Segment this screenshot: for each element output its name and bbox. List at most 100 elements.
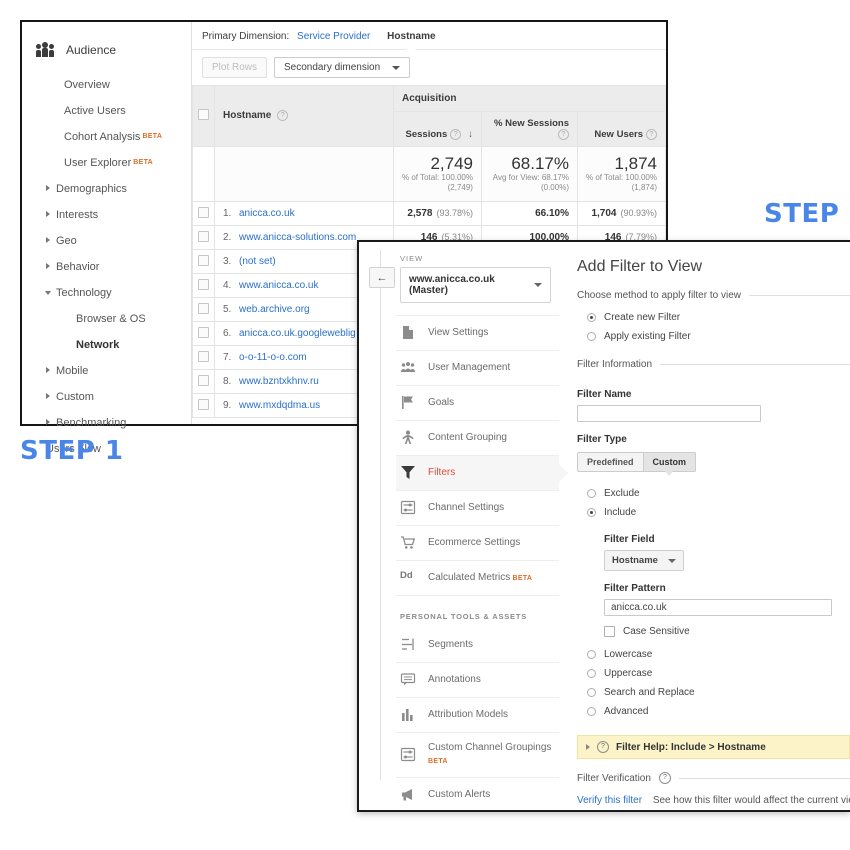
sidebar-item-demographics[interactable]: Demographics [22,176,191,202]
admin-nav-item-custom-channel-groupings[interactable]: Custom Channel Groupings BETA [396,733,559,778]
row-hostname-link[interactable]: o-o-11-o-o.com [239,352,307,363]
sidebar-item-cohort-analysis[interactable]: Cohort Analysis BETA [22,124,191,150]
case-sensitive-checkbox[interactable] [604,626,615,637]
admin-nav-item-filters[interactable]: Filters [396,456,568,491]
row-checkbox-cell[interactable] [192,201,215,227]
row-checkbox-cell[interactable] [192,369,215,395]
row-checkbox[interactable] [198,326,209,338]
help-icon[interactable]: ? [450,129,462,140]
radio-include[interactable] [587,508,596,517]
primary-dimension-service-provider-link[interactable]: Service Provider [297,31,370,42]
row-hostname-link[interactable]: www.mxdqdma.us [239,400,320,411]
filter-name-input[interactable] [577,405,761,422]
sidebar-item-user-explorer[interactable]: User Explorer BETA [22,150,191,176]
sidebar-item-browser-os[interactable]: Browser & OS [22,306,191,332]
radio-exclude[interactable] [587,489,596,498]
back-button[interactable]: ← [369,267,395,288]
method-option-create-new-filter[interactable]: Create new Filter [577,308,850,327]
custom-option-search-and-replace[interactable]: Search and Replace [577,683,850,702]
select-all-checkbox[interactable] [198,109,209,120]
row-hostname-link[interactable]: web.archive.org [239,304,310,315]
sidebar-item-behavior[interactable]: Behavior [22,254,191,280]
row-checkbox-cell[interactable] [192,249,215,275]
custom-option-advanced[interactable]: Advanced [577,702,850,721]
row-checkbox[interactable] [198,278,209,290]
row-hostname-link[interactable]: www.anicca-solutions.com [239,232,356,243]
sidebar-section-audience[interactable]: Audience [22,36,191,72]
hostname-column-header[interactable]: Hostname ? [214,84,394,148]
help-icon[interactable]: ? [557,129,569,140]
view-selector[interactable]: www.anicca.co.uk (Master) [400,267,551,303]
row-checkbox[interactable] [198,350,209,362]
sidebar-item-geo[interactable]: Geo [22,228,191,254]
admin-nav-item-goals[interactable]: Goals [396,386,559,421]
row-checkbox-cell[interactable] [192,297,215,323]
sidebar-item-technology[interactable]: Technology [22,280,191,306]
help-icon[interactable]: ? [597,741,609,753]
row-checkbox-cell[interactable] [192,225,215,251]
custom-option-exclude[interactable]: Exclude [577,484,850,503]
sidebar-item-mobile[interactable]: Mobile [22,358,191,384]
row-hostname-link[interactable]: www.anicca.co.uk [239,280,318,291]
select-all-checkbox-cell[interactable] [192,84,215,148]
admin-nav-item-calculated-metrics[interactable]: Dd Calculated Metrics BETA [396,561,559,596]
primary-dimension-hostname-tab[interactable]: Hostname [387,31,435,42]
admin-nav-item-view-settings[interactable]: View Settings [396,315,559,351]
row-checkbox[interactable] [198,254,209,266]
custom-option-include[interactable]: Include [577,503,850,522]
radio-button[interactable] [587,332,596,341]
row-checkbox-cell[interactable] [192,393,215,419]
table-row[interactable]: 1. anicca.co.uk 2,578 (93.78%) 66.10% 1,704 (9… [192,201,666,227]
radio-search-and-replace[interactable] [587,688,596,697]
filter-field-select[interactable]: Hostname [604,550,684,571]
row-checkbox-cell[interactable] [192,273,215,299]
sidebar-item-benchmarking[interactable]: Benchmarking [22,410,191,436]
row-checkbox[interactable] [198,374,209,386]
radio-lowercase[interactable] [587,650,596,659]
filter-type-tab-custom[interactable]: Custom [642,452,697,476]
secondary-dimension-button[interactable]: Secondary dimension [274,57,411,78]
admin-nav-item-annotations[interactable]: Annotations [396,663,559,698]
row-hostname-link[interactable]: anicca.co.uk [239,208,295,219]
row-checkbox[interactable] [198,302,209,314]
custom-option-uppercase[interactable]: Uppercase [577,664,850,683]
help-icon[interactable]: ? [646,129,657,140]
radio-uppercase[interactable] [587,669,596,678]
metric-header-sessions[interactable]: Sessions? ↓ [392,110,482,148]
sidebar-item-overview[interactable]: Overview [22,72,191,98]
case-sensitive-row[interactable]: Case Sensitive [577,616,850,639]
row-hostname-link[interactable]: anicca.co.uk.googleweblig [239,328,356,339]
admin-nav-item-content-grouping[interactable]: Content Grouping [396,421,559,456]
method-option-apply-existing-filter[interactable]: Apply existing Filter [577,327,850,346]
metric-header-new-users[interactable]: New Users? [576,110,666,148]
row-checkbox[interactable] [198,398,209,410]
help-icon[interactable]: ? [658,772,671,784]
sort-descending-icon[interactable]: ↓ [468,129,473,140]
metric-header-new-sessions[interactable]: % New Sessions? [480,110,578,148]
admin-nav-item-user-management[interactable]: User Management [396,351,559,386]
sidebar-item-custom[interactable]: Custom [22,384,191,410]
admin-nav-item-custom-alerts[interactable]: Custom Alerts [396,778,559,810]
radio-button[interactable] [587,313,596,322]
sidebar-item-interests[interactable]: Interests [22,202,191,228]
row-checkbox-cell[interactable] [192,345,215,371]
row-hostname-link[interactable]: (not set) [239,256,276,267]
admin-nav-item-attribution-models[interactable]: Attribution Models [396,698,559,733]
admin-nav-item-segments[interactable]: Segments [396,628,559,663]
sidebar-item-active-users[interactable]: Active Users [22,98,191,124]
row-checkbox-cell[interactable] [192,321,215,347]
help-icon[interactable]: ? [277,110,289,122]
filter-pattern-input[interactable]: anicca.co.uk [604,599,832,616]
sidebar-item-network[interactable]: Network [22,332,191,358]
plot-rows-button[interactable]: Plot Rows [202,57,268,78]
filter-type-tab-predefined[interactable]: Predefined [577,452,643,472]
row-checkbox[interactable] [198,230,209,242]
row-checkbox[interactable] [198,206,209,218]
radio-advanced[interactable] [587,707,596,716]
admin-nav-item-ecommerce-settings[interactable]: Ecommerce Settings [396,526,559,561]
custom-option-lowercase[interactable]: Lowercase [577,645,850,664]
verify-this-filter-link[interactable]: Verify this filter [577,795,642,806]
filter-help-bar[interactable]: ? Filter Help: Include > Hostname [577,735,850,759]
admin-nav-item-channel-settings[interactable]: Channel Settings [396,491,559,526]
row-hostname-link[interactable]: www.bzntxkhnv.ru [239,376,319,387]
